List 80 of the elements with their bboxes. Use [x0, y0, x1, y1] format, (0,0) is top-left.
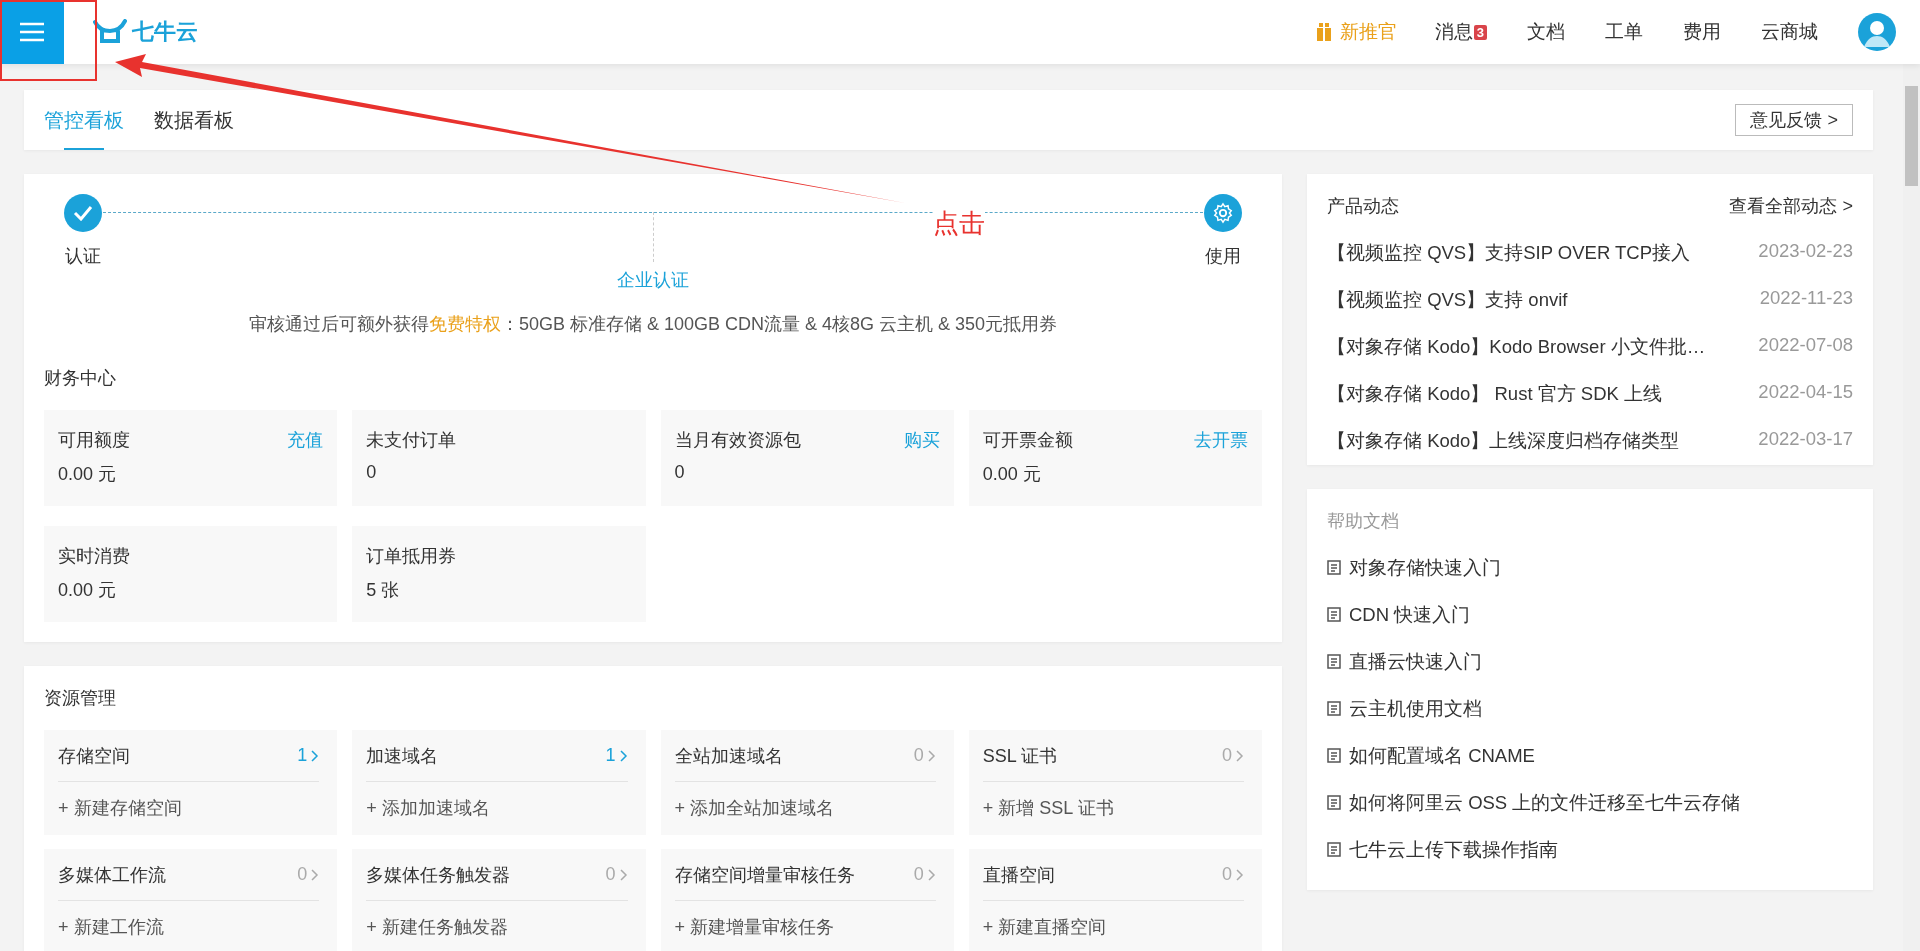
create-link[interactable]: + 新建工作流 — [58, 915, 320, 939]
tile-label: 实时消费 — [58, 545, 130, 568]
tile-value: 0.00 元 — [58, 579, 117, 602]
document-icon — [1327, 748, 1341, 763]
tile-label: 存储空间 — [58, 744, 130, 768]
avatar[interactable] — [1858, 13, 1896, 51]
nav-link[interactable]: 消息 3 — [1434, 19, 1487, 45]
chevron-icon — [1236, 749, 1244, 762]
section-title: 产品动态 — [1327, 195, 1399, 218]
tile-value: 5 张 — [366, 579, 400, 602]
chevron-icon — [619, 749, 628, 762]
check-icon — [64, 194, 102, 232]
document-icon — [1327, 560, 1341, 575]
news-item[interactable]: 【视频监控 QVS】支持SIP OVER TCP接入 2023-02-23 — [1327, 240, 1853, 265]
create-link[interactable]: + 新建存储空间 — [58, 796, 320, 820]
tile-label: 未支付订单 — [366, 429, 457, 452]
tile-value: 0 — [674, 462, 685, 483]
section-title: 资源管理 — [44, 687, 117, 710]
tile-value: 0 — [366, 462, 377, 483]
news-item[interactable]: 【对象存储 Kodo】Kodo Browser 小文件批… 2022-07-08 — [1327, 334, 1853, 359]
chevron-icon — [619, 868, 628, 881]
section-title: 财务中心 — [44, 367, 117, 390]
step-label: 企业认证 — [617, 269, 689, 292]
chevron-icon — [311, 749, 320, 762]
create-link[interactable]: + 添加全站加速域名 — [674, 796, 936, 820]
help-doc-link[interactable]: 如何配置域名 CNAME — [1327, 743, 1853, 768]
brand-name: 七牛云 — [132, 18, 198, 46]
chevron-icon — [927, 749, 936, 762]
create-link[interactable]: + 添加加速域名 — [366, 796, 628, 820]
nav-link[interactable]: 云商城 — [1761, 19, 1818, 45]
document-icon — [1327, 654, 1341, 669]
nav-link[interactable]: 工单 — [1605, 19, 1643, 45]
news-item[interactable]: 【对象存储 Kodo】 Rust 官方 SDK 上线 2022-04-15 — [1327, 381, 1853, 406]
help-doc-link[interactable]: 对象存储快速入门 — [1327, 555, 1853, 580]
tile-label: 多媒体任务触发器 — [366, 863, 511, 887]
tile-label: 全站加速域名 — [674, 744, 783, 768]
tile-label: 加速域名 — [366, 744, 439, 768]
tile-value: 0.00 元 — [58, 463, 117, 486]
tile-label: SSL 证书 — [982, 744, 1058, 768]
privilege-notice: 审核通过后可额外获得免费特权：50GB 标准存储 & 100GB CDN流量 & 4核8G 云主机 & 350元抵用券 — [247, 313, 1059, 336]
tile-label: 多媒体工作流 — [58, 863, 166, 887]
news-item[interactable]: 【视频监控 QVS】支持 onvif 2022-11-23 — [1327, 287, 1853, 312]
gear-icon — [1204, 194, 1242, 232]
chevron-icon — [311, 868, 320, 881]
logo-icon — [92, 19, 128, 45]
help-doc-link[interactable]: 如何将阿里云 OSS 上的文件迁移至七牛云存储 — [1327, 790, 1853, 815]
document-icon — [1327, 842, 1341, 857]
help-doc-link[interactable]: 云主机使用文档 — [1327, 696, 1853, 721]
view-all-link[interactable]: 查看全部动态 > — [1729, 194, 1853, 218]
chevron-icon — [1236, 868, 1244, 881]
nav-link[interactable]: 费用 — [1683, 19, 1721, 45]
feedback-button[interactable]: 意见反馈 > — [1735, 104, 1853, 136]
help-doc-link[interactable]: 直播云快速入门 — [1327, 649, 1853, 674]
document-icon — [1327, 795, 1341, 810]
chevron-icon — [927, 868, 936, 881]
tile-label: 可用额度 — [58, 429, 130, 452]
create-link[interactable]: + 新建增量审核任务 — [674, 915, 936, 939]
dashboard-tab[interactable]: 数据看板 — [154, 90, 234, 150]
tile-label: 直播空间 — [982, 863, 1055, 887]
create-link[interactable]: + 新增 SSL 证书 — [982, 796, 1244, 820]
gift-icon — [1315, 23, 1332, 41]
tile-label: 可开票金额 — [982, 429, 1073, 452]
tile-value: 0.00 元 — [982, 463, 1041, 486]
section-title: 帮助文档 — [1327, 510, 1400, 533]
create-link[interactable]: + 新建直播空间 — [982, 915, 1244, 939]
document-icon — [1327, 701, 1341, 716]
nav-link[interactable]: 文档 — [1527, 19, 1565, 45]
help-doc-link[interactable]: CDN 快速入门 — [1327, 602, 1853, 627]
menu-icon — [19, 22, 45, 42]
message-count-badge: 3 — [1473, 24, 1487, 40]
news-item[interactable]: 【对象存储 Kodo】上线深度归档存储类型 2022-03-17 — [1327, 428, 1853, 453]
document-icon — [1327, 607, 1341, 622]
step-label: 使用 — [1205, 245, 1241, 268]
tile-label: 订单抵用券 — [366, 545, 457, 568]
help-doc-link[interactable]: 七牛云上传下载操作指南 — [1327, 837, 1853, 862]
tile-label: 当月有效资源包 — [674, 429, 801, 452]
create-link[interactable]: + 新建任务触发器 — [366, 915, 628, 939]
menu-button[interactable] — [0, 0, 64, 64]
step-label: 认证 — [65, 245, 101, 268]
tile-label: 存储空间增量审核任务 — [674, 863, 855, 887]
